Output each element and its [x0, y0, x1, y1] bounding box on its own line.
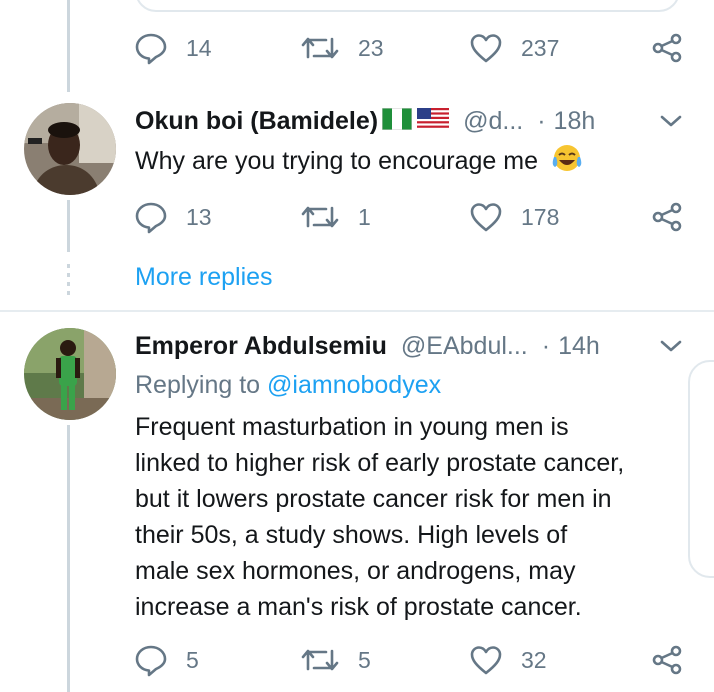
reply-count: 14 [186, 34, 212, 61]
retweet-icon [300, 31, 340, 65]
reply2-actions: 5 5 32 [0, 640, 714, 680]
reply2-text-line: but it lowers prostate cancer risk for m… [135, 485, 612, 513]
reply2-text-line: Frequent masturbation in young men is [135, 413, 569, 441]
chevron-down-icon[interactable] [658, 112, 684, 135]
tears-of-joy-emoji [551, 143, 583, 185]
retweet-count: 5 [358, 646, 371, 673]
share-button[interactable] [651, 197, 683, 237]
reply2-display-name[interactable]: Emperor Abdulsemiu [135, 332, 387, 361]
reply-icon [134, 643, 168, 677]
reply2-handle[interactable]: @EAbdul... [401, 332, 528, 361]
divider [0, 310, 714, 312]
reply1-actions: 13 1 178 [0, 197, 714, 237]
retweet-icon [300, 200, 340, 234]
reply-icon [134, 200, 168, 234]
reply1-text: Why are you trying to encourage me [135, 143, 695, 185]
reply2-header: Emperor Abdulsemiu @EAbdul... · 14h [135, 328, 600, 364]
retweet-button[interactable]: 23 [300, 28, 384, 68]
replying-to-mention[interactable]: @iamnobodyex [267, 371, 441, 399]
reply1-text-body: Why are you trying to encourage me [135, 147, 538, 175]
reply-count: 5 [186, 646, 199, 673]
share-icon [651, 644, 683, 676]
reply-icon [134, 31, 168, 65]
replying-to-prefix: Replying to [135, 371, 268, 399]
retweet-button[interactable]: 1 [300, 197, 371, 237]
reply2-text: Frequent masturbation in young men is li… [135, 409, 695, 625]
avatar-emperor-abdulsemiu[interactable] [24, 328, 116, 420]
reply1-display-name[interactable]: Okun boi (Bamidele) [135, 107, 378, 136]
like-icon [469, 201, 503, 233]
retweet-count: 1 [358, 203, 371, 230]
side-card-edge[interactable] [688, 360, 714, 578]
reply1-dot: · [537, 106, 546, 135]
share-icon [651, 201, 683, 233]
flag-nigeria-icon [381, 107, 413, 135]
reply2-text-line: male sex hormones, or androgens, may [135, 557, 576, 585]
reply1-header: Okun boi (Bamidele) @d... · 18h [135, 103, 595, 139]
reply-count: 13 [186, 203, 212, 230]
like-count: 178 [521, 203, 560, 230]
replying-to: Replying to @iamnobodyex [135, 371, 441, 400]
chevron-down-icon[interactable] [658, 337, 684, 360]
reply-button[interactable]: 5 [134, 640, 199, 680]
flag-usa-icon [417, 107, 450, 135]
reply2-dot: · [541, 331, 551, 360]
reply1-timestamp[interactable]: 18h [554, 107, 596, 136]
like-count: 32 [521, 646, 547, 673]
retweet-button[interactable]: 5 [300, 640, 371, 680]
like-icon [469, 32, 503, 64]
more-replies-link[interactable]: More replies [135, 263, 273, 292]
reply2-text-line: their 50s, a study shows. High levels of [135, 521, 568, 549]
like-icon [469, 644, 503, 676]
top-tweet-actions: 14 23 237 [0, 28, 714, 68]
avatar-okun-boi[interactable] [24, 103, 116, 195]
reply-button[interactable]: 14 [134, 28, 212, 68]
share-icon [651, 32, 683, 64]
retweet-count: 23 [358, 34, 384, 61]
share-button[interactable] [651, 640, 683, 680]
quoted-card-edge[interactable] [135, 0, 680, 12]
like-button[interactable]: 32 [469, 640, 547, 680]
reply2-timestamp[interactable]: 14h [558, 332, 600, 361]
like-button[interactable]: 237 [469, 28, 559, 68]
retweet-icon [300, 643, 340, 677]
like-count: 237 [521, 34, 560, 61]
share-button[interactable] [651, 28, 683, 68]
reply-button[interactable]: 13 [134, 197, 212, 237]
like-button[interactable]: 178 [469, 197, 559, 237]
thread-dotted-line [67, 264, 70, 298]
reply1-handle[interactable]: @d... [463, 107, 523, 136]
reply2-text-line: increase a man's risk of prostate cancer… [135, 593, 582, 621]
reply2-text-line: linked to higher risk of early prostate … [135, 449, 625, 477]
